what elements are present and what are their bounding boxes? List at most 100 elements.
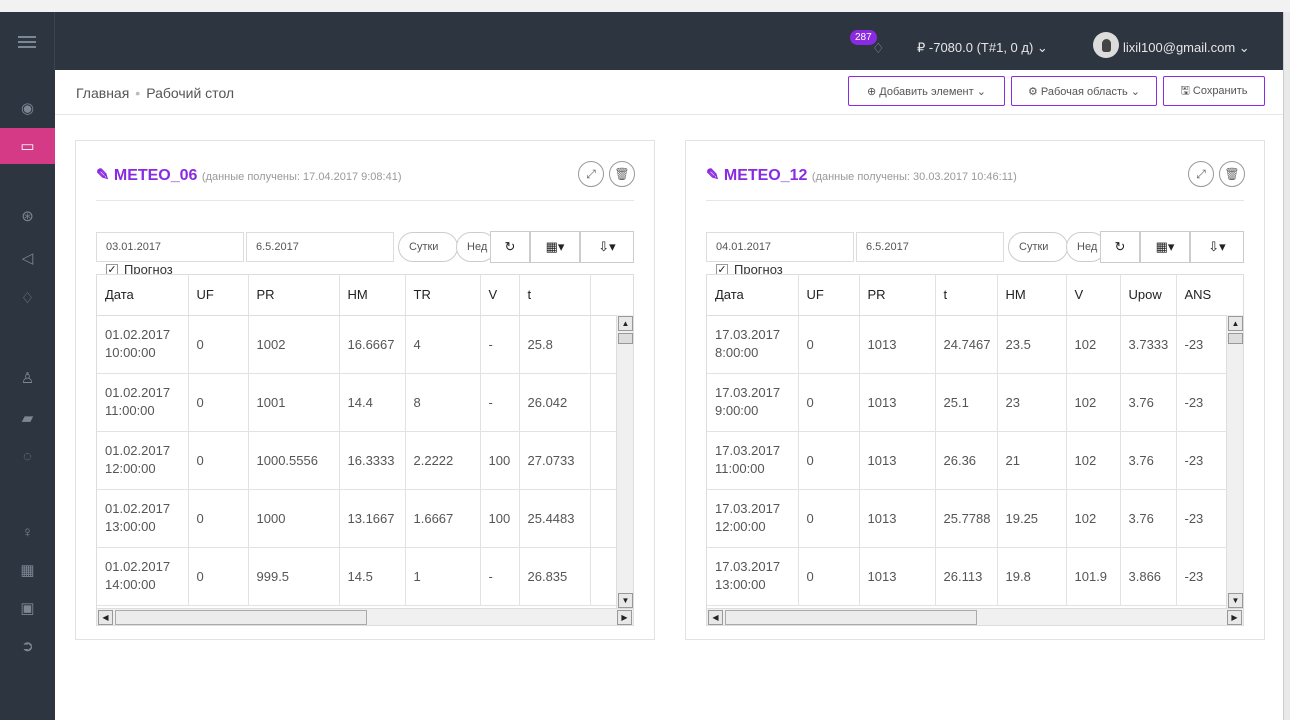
table-row[interactable]: 17.03.2017 13:00:00 0 1013 26.113 19.8 1… [707,547,1243,606]
column-header[interactable]: t [519,275,591,316]
cell: 25.4483 [519,489,591,548]
refresh-icon[interactable]: ↻ [1100,231,1140,263]
send-icon[interactable]: ◁ [0,240,55,276]
column-header[interactable]: PR [859,275,936,316]
edit-icon[interactable]: ✎ [706,167,724,184]
workspace-button[interactable]: ⚙ Рабочая область ⌄ [1011,76,1157,106]
users-icon[interactable]: ♙ [0,360,55,396]
table-row[interactable]: 17.03.2017 11:00:00 0 1013 26.36 21 102 … [707,431,1243,490]
scrollbar-thumb[interactable] [1228,333,1243,344]
account-dropdown[interactable]: lixil100@gmail.com ⌄ [1123,40,1250,56]
date-to-input[interactable]: 6.5.2017 [856,232,1004,262]
date-to-input[interactable]: 6.5.2017 [246,232,394,262]
scroll-up-icon[interactable]: ▲ [618,316,633,331]
export-icon[interactable]: ⇩▾ [1190,231,1244,263]
column-header[interactable]: UF [798,275,860,316]
money-icon[interactable]: ▣ [0,590,55,626]
dribbble-icon[interactable]: ⊛ [0,198,55,234]
refresh-icon[interactable]: ↻ [490,231,530,263]
calculator-icon[interactable]: ▦ [0,552,55,588]
panel-subtitle: (данные получены: 30.03.2017 10:46:11) [811,171,1017,183]
scroll-down-icon[interactable]: ▼ [1228,593,1243,608]
table-row[interactable]: 17.03.2017 8:00:00 0 1013 24.7467 23.5 1… [707,315,1243,374]
add-element-button[interactable]: ⊕ Добавить элемент ⌄ [848,76,1005,106]
cell: 26.835 [519,547,591,606]
column-header[interactable]: Дата [707,275,799,316]
cell: 1 [405,547,481,606]
scroll-right-icon[interactable]: ▶ [617,610,632,625]
column-header[interactable]: ANS [1176,275,1243,316]
cell: 3.76 [1120,373,1177,432]
scroll-down-icon[interactable]: ▼ [618,593,633,608]
desktop-icon[interactable]: ▭ [0,128,55,164]
column-header[interactable]: HM [997,275,1067,316]
balance-dropdown[interactable]: ₽ -7080.0 (Т#1, 0 д) ⌄ [917,40,1048,56]
date-from-input[interactable]: 03.01.2017 [96,232,244,262]
cell: 8 [405,373,481,432]
period-day-button[interactable]: Сутки [1008,232,1068,262]
table-row[interactable]: 01.02.2017 10:00:00 0 1002 16.6667 4 - 2… [97,315,633,374]
column-header[interactable]: Upow [1120,275,1177,316]
cell: - [480,315,520,374]
table-row[interactable]: 01.02.2017 14:00:00 0 999.5 14.5 1 - 26.… [97,547,633,606]
bell-icon[interactable]: ♢ [0,280,55,316]
table-row[interactable]: 17.03.2017 9:00:00 0 1013 25.1 23 102 3.… [707,373,1243,432]
table-row[interactable]: 01.02.2017 13:00:00 0 1000 13.1667 1.666… [97,489,633,548]
columns-grid-icon[interactable]: ▦▾ [1140,231,1190,263]
user-icon[interactable]: ♀ [0,514,55,550]
table-row[interactable]: 01.02.2017 11:00:00 0 1001 14.4 8 - 26.0… [97,373,633,432]
column-header[interactable]: PR [248,275,340,316]
hamburger-menu-icon[interactable] [18,36,36,48]
cell: 3.76 [1120,489,1177,548]
cell: 0 [798,431,860,490]
vertical-scrollbar[interactable]: ▲ ▼ [616,315,633,609]
chat-icon[interactable]: ◌ [0,438,55,474]
edit-icon[interactable]: ✎ [96,167,114,184]
scrollbar-thumb[interactable] [618,333,633,344]
scrollbar-thumb[interactable] [115,610,367,625]
scroll-up-icon[interactable]: ▲ [1228,316,1243,331]
table-row[interactable]: 17.03.2017 12:00:00 0 1013 25.7788 19.25… [707,489,1243,548]
book-icon[interactable]: ▰ [0,400,55,436]
period-day-button[interactable]: Сутки [398,232,458,262]
scrollbar-thumb[interactable] [725,610,977,625]
column-header[interactable]: V [480,275,520,316]
export-icon[interactable]: ⇩▾ [580,231,634,263]
sidebar: ◉ ▭ ⊛ ◁ ♢ ♙ ▰ ◌ ♀ ▦ ▣ ➲ [0,70,55,720]
cell: 2.2222 [405,431,481,490]
column-header[interactable]: HM [339,275,406,316]
cell-date: 17.03.2017 13:00:00 [707,547,799,606]
cell: 19.8 [997,547,1067,606]
trash-icon[interactable]: 🗑 [1219,161,1245,187]
save-button[interactable]: 🖫 Сохранить [1163,76,1265,106]
expand-icon[interactable]: ⤢ [1188,161,1214,187]
horizontal-scrollbar[interactable]: ◀ ▶ [707,608,1243,625]
cell: 0 [188,373,249,432]
globe-icon[interactable]: ◉ [0,90,55,126]
column-header[interactable]: Дата [97,275,189,316]
column-header[interactable]: UF [188,275,249,316]
column-header[interactable]: t [935,275,998,316]
vertical-scrollbar[interactable]: ▲ ▼ [1226,315,1243,609]
data-grid: Дата UF PR HM TR V t 01.02.2017 10:00:00… [96,274,634,626]
table-row[interactable]: 01.02.2017 12:00:00 0 1000.5556 16.3333 … [97,431,633,490]
column-header[interactable]: TR [405,275,481,316]
scroll-right-icon[interactable]: ▶ [1227,610,1242,625]
panel-title-text: METEO_06 [113,167,198,184]
column-header[interactable]: V [1066,275,1121,316]
scroll-left-icon[interactable]: ◀ [98,610,113,625]
date-from-input[interactable]: 04.01.2017 [706,232,854,262]
arrow-circle-icon[interactable]: ➲ [0,628,55,664]
breadcrumb-home[interactable]: Главная [76,85,129,101]
panel-subtitle: (данные получены: 17.04.2017 9:08:41) [201,171,402,183]
top-strip [0,0,1290,12]
cell: 25.1 [935,373,998,432]
trash-icon[interactable]: 🗑 [609,161,635,187]
expand-icon[interactable]: ⤢ [578,161,604,187]
notifications[interactable]: 287 ♢ [850,30,890,60]
scroll-left-icon[interactable]: ◀ [708,610,723,625]
cell: 0 [188,547,249,606]
horizontal-scrollbar[interactable]: ◀ ▶ [97,608,633,625]
columns-grid-icon[interactable]: ▦▾ [530,231,580,263]
avatar[interactable] [1093,32,1119,58]
